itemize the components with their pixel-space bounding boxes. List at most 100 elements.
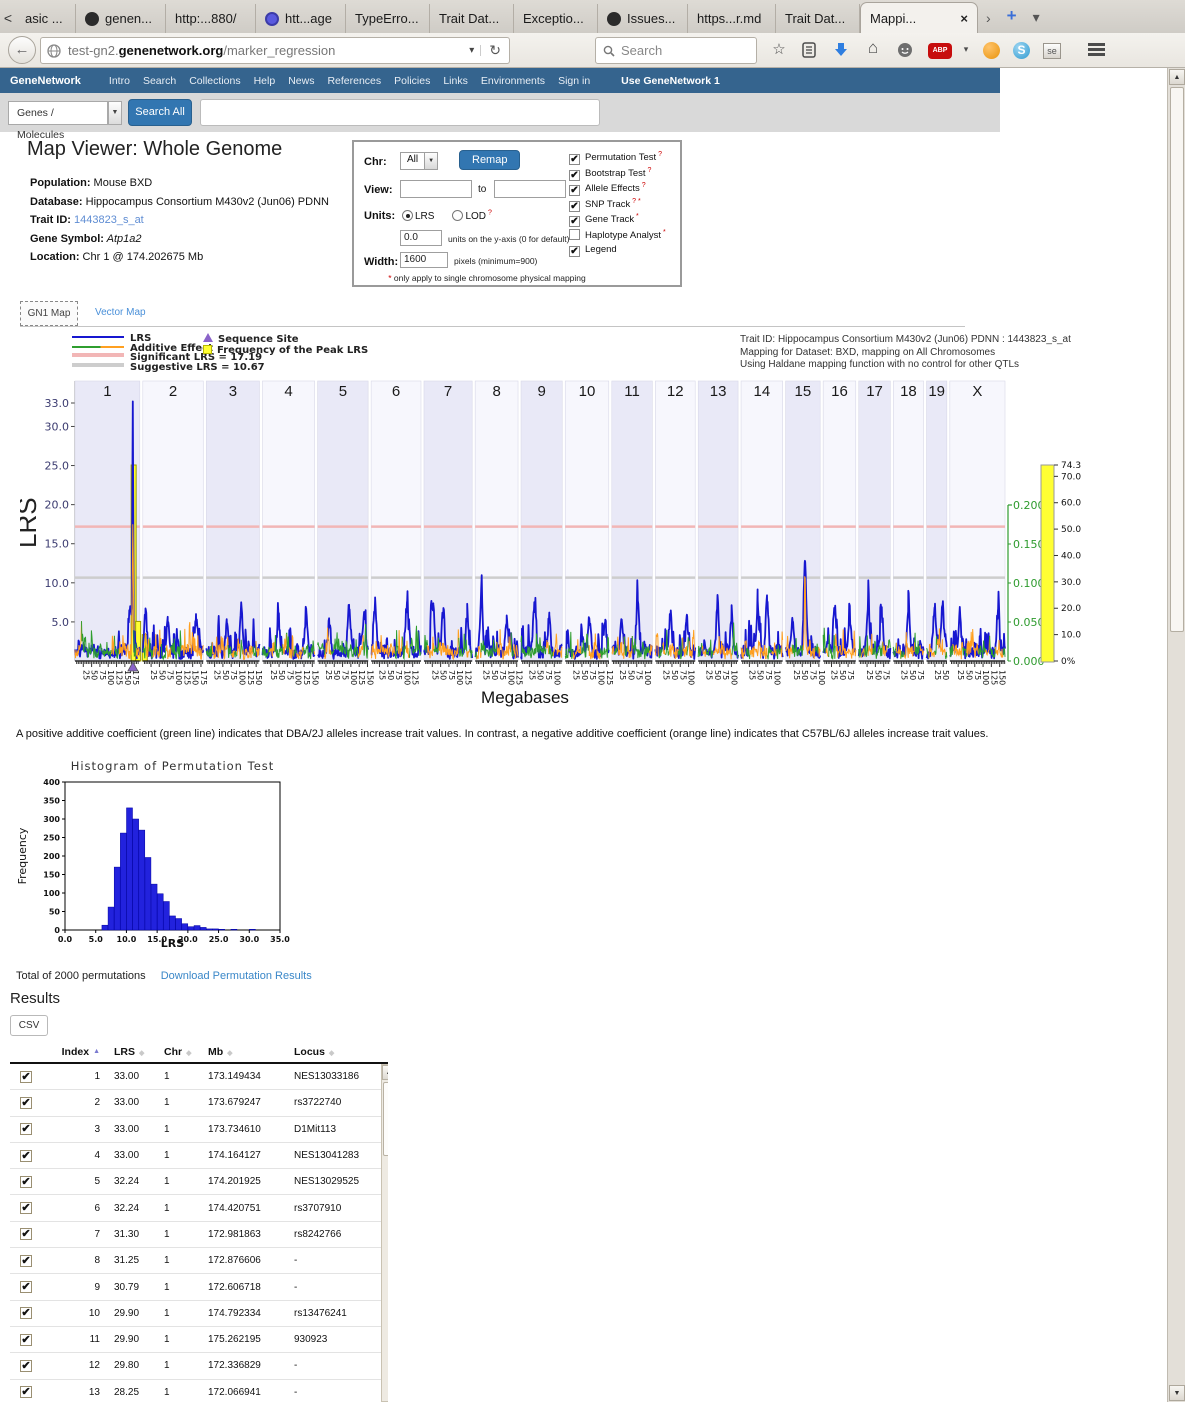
table-row[interactable]: ✔1229.801172.336829- — [10, 1353, 388, 1379]
table-scrollbar[interactable]: ▲ — [381, 1064, 388, 1402]
row-checkbox[interactable]: ✔ — [20, 1386, 32, 1398]
browser-tab[interactable]: Issues... — [598, 4, 688, 33]
browser-tab[interactable]: asic ... — [16, 4, 76, 33]
option-legend[interactable]: ✔Legend — [569, 244, 666, 260]
table-scroll-up-icon[interactable]: ▲ — [382, 1065, 388, 1080]
new-tab-button[interactable]: + — [999, 6, 1025, 33]
option-snp-track[interactable]: ✔SNP Track ? * — [569, 198, 666, 214]
checkbox-icon[interactable]: ✔ — [569, 170, 580, 181]
search-all-button[interactable]: Search All — [128, 99, 192, 126]
help-mark[interactable]: ? — [486, 210, 492, 217]
remap-button[interactable]: Remap — [459, 150, 520, 170]
browser-tab[interactable]: https...r.md — [688, 4, 776, 33]
checkbox-icon[interactable]: ✔ — [569, 246, 580, 257]
genenetwork-brand[interactable]: GeneNetwork — [10, 75, 81, 87]
table-row[interactable]: ✔532.241174.201925NES13029525 — [10, 1169, 388, 1195]
genome-scan-chart[interactable]: LRS33.030.025.020.015.010.05.01234567891… — [20, 378, 1090, 697]
sort-asc-icon[interactable]: ▲ — [93, 1048, 100, 1055]
nav-link-news[interactable]: News — [288, 75, 314, 87]
table-row[interactable]: ✔930.791172.606718- — [10, 1274, 388, 1300]
view-from-input[interactable] — [400, 180, 472, 198]
messaging-icon[interactable] — [894, 42, 916, 62]
checkbox-icon[interactable]: ✔ — [569, 185, 580, 196]
nav-link-environments[interactable]: Environments — [481, 75, 545, 87]
bookmark-star-icon[interactable]: ☆ — [768, 40, 790, 60]
genenetwork-search-input[interactable] — [200, 99, 600, 126]
csv-button[interactable]: CSV — [10, 1015, 48, 1036]
table-row[interactable]: ✔1328.251172.066941- — [10, 1380, 388, 1402]
table-row[interactable]: ✔333.001173.734610D1Mit113 — [10, 1117, 388, 1143]
table-row[interactable]: ✔433.001174.164127NES13041283 — [10, 1143, 388, 1169]
checkbox-icon[interactable] — [569, 229, 580, 240]
units-radio-lrs[interactable]: LRS — [402, 211, 434, 222]
nav-link-links[interactable]: Links — [443, 75, 468, 87]
row-checkbox[interactable]: ✔ — [20, 1097, 32, 1109]
row-checkbox[interactable]: ✔ — [20, 1150, 32, 1162]
search-category-caret-icon[interactable]: ▼ — [108, 101, 122, 125]
downloads-icon[interactable] — [830, 42, 852, 62]
sort-icon[interactable]: ◆ — [186, 1049, 191, 1057]
search-category-select[interactable]: Genes / Molecules — [8, 101, 108, 125]
row-checkbox[interactable]: ✔ — [20, 1334, 32, 1346]
extension-orange-icon[interactable] — [983, 42, 1000, 59]
row-checkbox[interactable]: ✔ — [20, 1202, 32, 1214]
option-haplotype-analyst[interactable]: Haplotype Analyst * — [569, 229, 666, 245]
page-scroll-down-icon[interactable]: ▼ — [1169, 1385, 1185, 1401]
tab-scroll-right-icon[interactable]: › — [978, 10, 999, 33]
adblock-icon[interactable]: ABP — [928, 43, 952, 59]
checkbox-icon[interactable]: ✔ — [569, 154, 580, 165]
nav-link-sign-in[interactable]: Sign in — [558, 75, 590, 87]
table-row[interactable]: ✔1029.901174.792334rs13476241 — [10, 1301, 388, 1327]
use-genenetwork1-link[interactable]: Use GeneNetwork 1 — [621, 75, 720, 87]
row-checkbox[interactable]: ✔ — [20, 1123, 32, 1135]
table-row[interactable]: ✔1129.901175.262195930923 — [10, 1327, 388, 1353]
url-bar[interactable]: test-gn2.genenetwork.org/marker_regressi… — [40, 37, 510, 64]
table-row[interactable]: ✔233.001173.679247rs3722740 — [10, 1090, 388, 1116]
browser-tab[interactable]: genen... — [76, 4, 166, 33]
tab-list-dropdown-icon[interactable]: ▾ — [1025, 9, 1048, 33]
row-checkbox[interactable]: ✔ — [20, 1255, 32, 1267]
sort-icon[interactable]: ◆ — [139, 1049, 144, 1057]
view-to-input[interactable] — [494, 180, 566, 198]
browser-tab[interactable]: htt...age — [256, 4, 346, 33]
sort-icon[interactable]: ◆ — [227, 1049, 232, 1057]
table-row[interactable]: ✔731.301172.981863rs8242766 — [10, 1222, 388, 1248]
row-checkbox[interactable]: ✔ — [20, 1307, 32, 1319]
option-permutation-test[interactable]: ✔Permutation Test ? — [569, 151, 666, 167]
nav-link-references[interactable]: References — [327, 75, 381, 87]
tab-gn1-map[interactable]: GN1 Map — [20, 301, 78, 326]
option-gene-track[interactable]: ✔Gene Track * — [569, 213, 666, 229]
url-text[interactable]: test-gn2.genenetwork.org/marker_regressi… — [68, 43, 463, 58]
page-scrollbar[interactable]: ▲ ▼ — [1167, 68, 1185, 1402]
width-input[interactable]: 1600 — [400, 252, 448, 268]
browser-tab[interactable]: http:...880/ — [166, 4, 256, 33]
browser-tab[interactable]: Exceptio... — [514, 4, 598, 33]
radio-icon[interactable] — [452, 210, 463, 221]
reload-icon[interactable]: ↻ — [481, 42, 503, 59]
chromosome-select[interactable]: All▼ — [400, 152, 438, 170]
download-permutation-link[interactable]: Download Permutation Results — [161, 970, 312, 982]
url-dropdown-icon[interactable]: ▾ — [463, 45, 481, 56]
option-allele-effects[interactable]: ✔Allele Effects ? — [569, 182, 666, 198]
yaxis-units-input[interactable]: 0.0 — [400, 230, 442, 246]
nav-link-search[interactable]: Search — [143, 75, 176, 87]
page-scroll-thumb[interactable] — [1170, 87, 1184, 632]
table-row[interactable]: ✔831.251172.876606- — [10, 1248, 388, 1274]
nav-link-policies[interactable]: Policies — [394, 75, 430, 87]
tab-close-icon[interactable]: × — [960, 11, 968, 26]
row-checkbox[interactable]: ✔ — [20, 1228, 32, 1240]
sort-icon[interactable]: ◆ — [329, 1049, 334, 1057]
row-checkbox[interactable]: ✔ — [20, 1071, 32, 1083]
nav-link-help[interactable]: Help — [254, 75, 276, 87]
browser-tab[interactable]: TypeErro... — [346, 4, 430, 33]
table-scroll-thumb[interactable] — [383, 1082, 388, 1156]
home-icon[interactable]: ⌂ — [862, 38, 884, 58]
back-button[interactable]: ← — [8, 36, 36, 64]
nav-link-intro[interactable]: Intro — [109, 75, 130, 87]
checkbox-icon[interactable]: ✔ — [569, 201, 580, 212]
extension-s-icon[interactable]: S — [1013, 42, 1030, 59]
page-scroll-up-icon[interactable]: ▲ — [1169, 69, 1185, 85]
browser-tab-active[interactable]: Mappi...× — [860, 2, 978, 33]
radio-icon[interactable] — [402, 210, 413, 221]
table-row[interactable]: ✔632.241174.420751rs3707910 — [10, 1195, 388, 1221]
